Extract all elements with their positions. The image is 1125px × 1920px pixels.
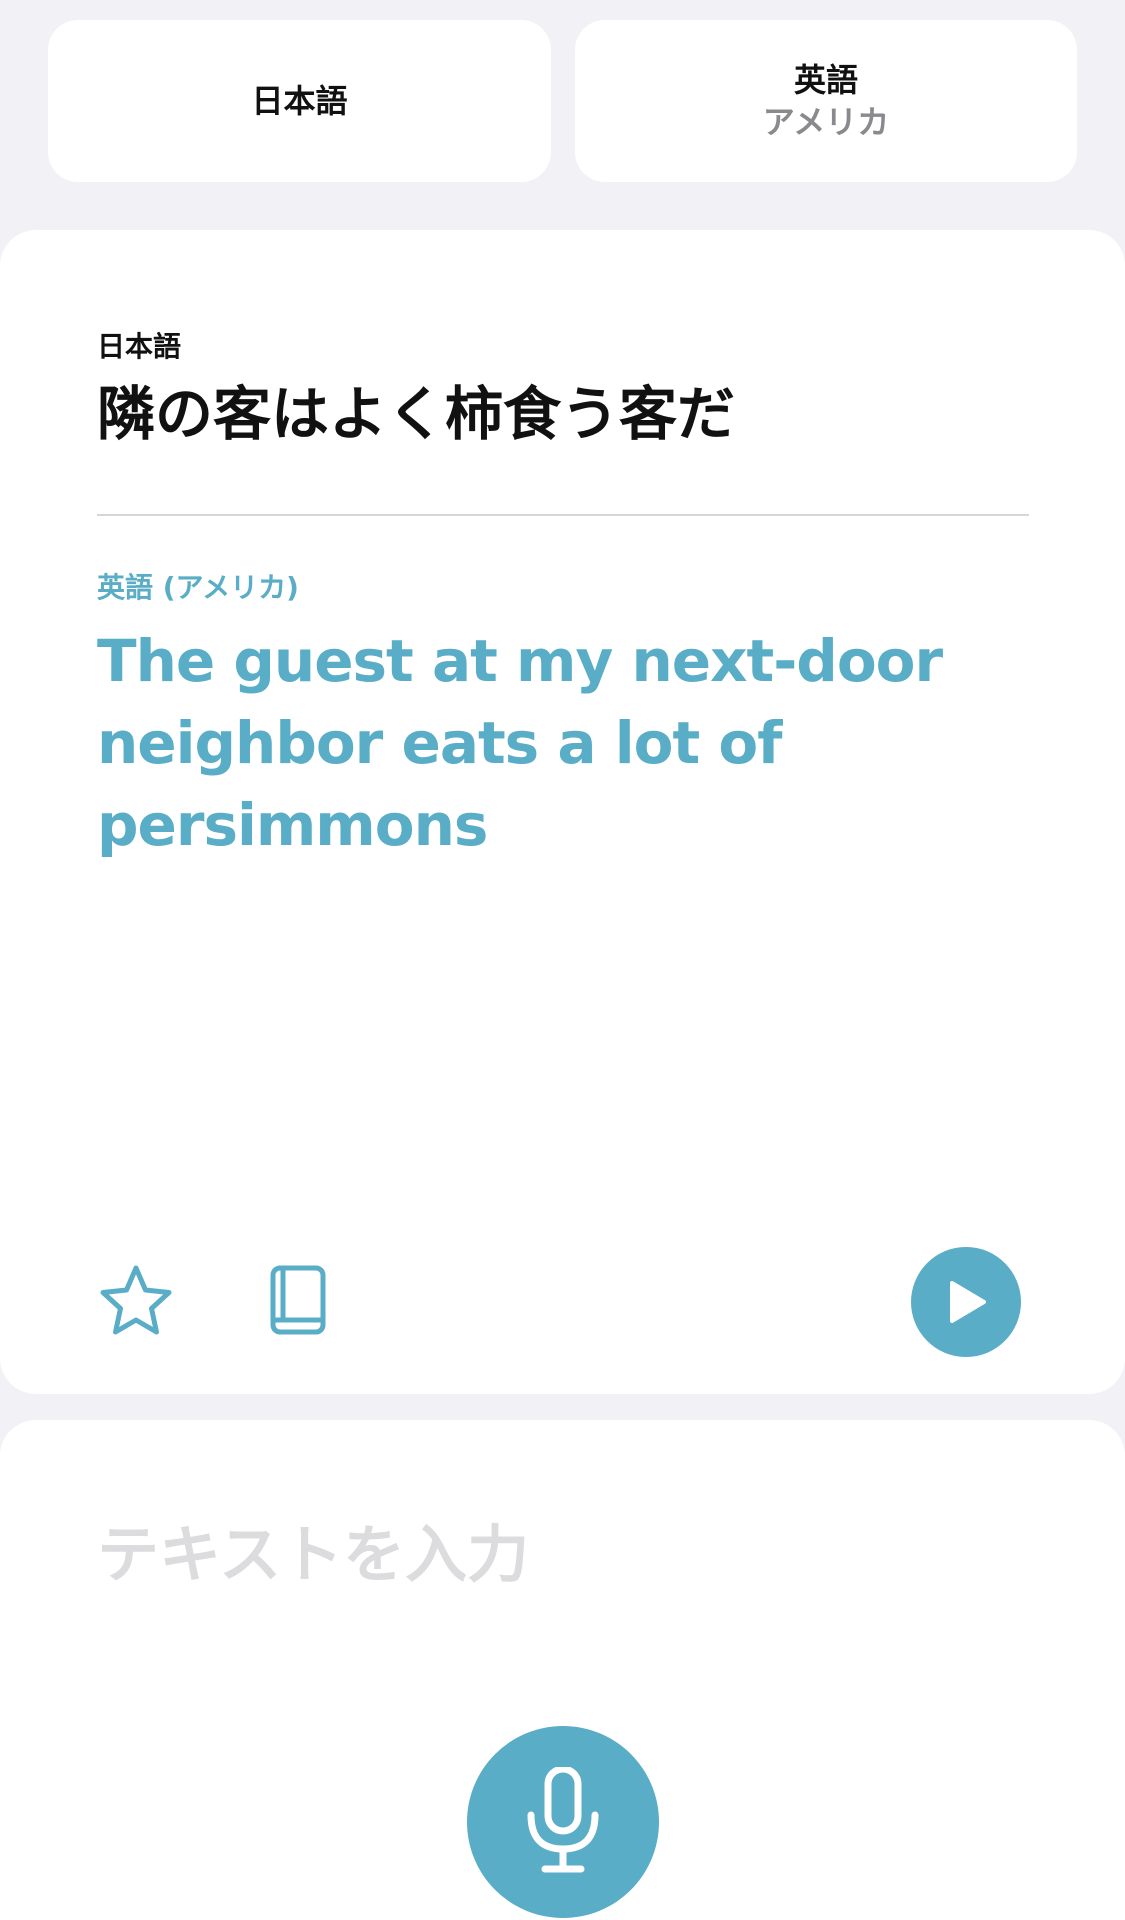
target-language-region: アメリカ: [762, 103, 890, 141]
text-input[interactable]: テキストを入力: [97, 1515, 529, 1595]
source-language-button[interactable]: 日本語: [48, 20, 551, 182]
favorite-button[interactable]: [96, 1260, 176, 1340]
target-language-heading: 英語 (アメリカ): [97, 571, 299, 604]
source-language-heading: 日本語: [97, 330, 182, 363]
book-icon: [270, 1265, 326, 1335]
star-icon: [100, 1265, 172, 1335]
source-language-label: 日本語: [251, 82, 348, 120]
divider: [97, 514, 1029, 516]
input-card: テキストを入力: [0, 1420, 1125, 1920]
play-icon: [950, 1281, 986, 1323]
dictionary-button[interactable]: [258, 1260, 338, 1340]
translation-card: 日本語 隣の客はよく柿食う客だ 英語 (アメリカ) The guest at m…: [0, 230, 1125, 1394]
source-text: 隣の客はよく柿食う客だ: [97, 380, 736, 448]
translated-text: The guest at my next-door neighbor eats …: [97, 627, 943, 859]
microphone-button[interactable]: [467, 1726, 659, 1918]
target-language-label: 英語: [793, 61, 858, 99]
play-button[interactable]: [911, 1247, 1021, 1357]
microphone-icon: [527, 1767, 599, 1873]
target-language-button[interactable]: 英語 アメリカ: [575, 20, 1077, 182]
